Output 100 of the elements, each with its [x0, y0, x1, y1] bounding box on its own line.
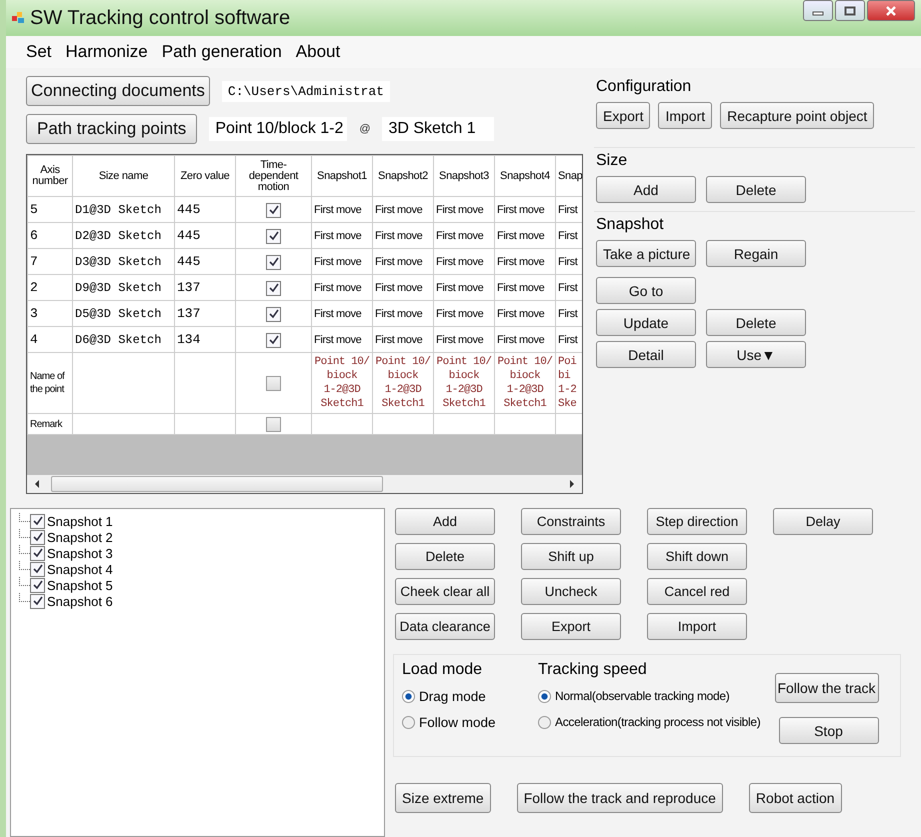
column-header: Snapshot3 [434, 156, 494, 196]
table-cell: First move [312, 326, 372, 352]
button[interactable]: Data clearance [395, 613, 495, 640]
button[interactable]: Export [521, 613, 621, 640]
table-cell: First move [312, 248, 372, 274]
table-cell: First move [494, 222, 556, 248]
table-cell: First move [434, 248, 494, 274]
menu-item[interactable]: Set [26, 42, 52, 62]
checkbox[interactable] [266, 202, 281, 218]
table-cell: First move [434, 300, 494, 326]
sketch-field[interactable]: 3D Sketch 1 [382, 117, 494, 141]
table-cell: First move [312, 274, 372, 300]
button[interactable]: Use▼ [706, 341, 806, 368]
checkbox[interactable] [266, 254, 281, 270]
button[interactable]: Detail [596, 341, 696, 368]
maximize-button[interactable] [835, 0, 865, 21]
checkbox[interactable] [30, 578, 45, 592]
button[interactable]: Recapture point object [720, 102, 874, 129]
path-tracking-points-button[interactable]: Path tracking points [26, 114, 198, 144]
button[interactable]: Delay [773, 508, 873, 535]
group-title: Configuration [596, 78, 692, 96]
point-field[interactable]: Point 10/block 1-2 [209, 117, 348, 141]
column-header: Snap [556, 156, 582, 196]
scroll-left-icon[interactable] [33, 479, 41, 489]
button[interactable]: Update [596, 309, 696, 336]
table-cell: First move [434, 196, 494, 222]
checkbox[interactable] [30, 546, 45, 560]
button[interactable]: Export [596, 102, 650, 129]
table-cell: First move [434, 274, 494, 300]
button[interactable]: Cancel red [647, 578, 747, 605]
button[interactable]: Delete [706, 309, 806, 336]
radio-button[interactable] [402, 690, 415, 702]
checkbox[interactable] [266, 306, 281, 322]
button[interactable]: Delete [706, 176, 806, 203]
button[interactable]: Follow the track and reproduce [516, 783, 723, 813]
table-cell: First move [312, 196, 372, 222]
button[interactable]: Add [395, 508, 495, 535]
checkbox[interactable] [266, 332, 281, 348]
horizontal-scrollbar[interactable] [27, 475, 582, 493]
table-cell: First move [494, 274, 556, 300]
button[interactable]: Import [647, 613, 747, 640]
table-cell: Name of the point [28, 352, 72, 414]
tree-item[interactable]: Snapshot 3 [47, 546, 113, 560]
button[interactable]: Cheek clear all [395, 578, 495, 605]
table-cell: First move [372, 222, 434, 248]
button[interactable]: Robot action [748, 783, 842, 813]
table-cell: 2 [28, 274, 72, 300]
table-cell: First move [372, 248, 434, 274]
checkbox[interactable] [266, 280, 281, 296]
checkbox[interactable] [266, 228, 281, 244]
radio-button[interactable] [402, 716, 415, 728]
radio-label: Acceleration(tracking process not visible) [555, 715, 760, 729]
button[interactable]: Delete [395, 543, 495, 570]
table-cell: D1@3D Sketch [72, 196, 174, 222]
table-cell: Point 10/ biock 1-2@3D Sketch1 [312, 352, 372, 414]
tree-item[interactable]: Snapshot 2 [47, 530, 113, 544]
radio-button[interactable] [538, 716, 551, 728]
minimize-button[interactable] [803, 0, 833, 21]
table-cell: First move [372, 274, 434, 300]
button[interactable]: Import [658, 102, 712, 129]
checkbox[interactable] [30, 562, 45, 576]
close-button[interactable] [867, 0, 915, 21]
menu-item[interactable]: About [296, 42, 340, 62]
close-icon [885, 6, 897, 16]
button[interactable]: Uncheck [521, 578, 621, 605]
checkbox[interactable] [266, 416, 281, 432]
tree-item[interactable]: Snapshot 5 [47, 578, 113, 592]
button[interactable]: Add [596, 176, 696, 203]
separator-text: @ [359, 123, 370, 135]
button[interactable]: Regain [706, 240, 806, 267]
button[interactable]: Constraints [521, 508, 621, 535]
tree-item[interactable]: Snapshot 4 [47, 562, 113, 576]
button[interactable]: Go to [596, 277, 696, 304]
menu-item[interactable]: Harmonize [66, 42, 148, 62]
table-cell: 134 [174, 326, 236, 352]
tree-item[interactable]: Snapshot 6 [47, 594, 113, 608]
connect-documents-button[interactable]: Connecting documents [26, 76, 210, 106]
column-header: Snapshot4 [494, 156, 556, 196]
radio-button[interactable] [538, 690, 551, 702]
column-header: Snapshot1 [312, 156, 372, 196]
button[interactable]: Follow the track [774, 673, 878, 703]
button[interactable]: Shift down [647, 543, 747, 570]
button[interactable]: Stop [778, 717, 878, 744]
table-cell: First move [494, 196, 556, 222]
checkbox[interactable] [30, 594, 45, 608]
column-header: Zero value [174, 156, 236, 196]
button[interactable]: Step direction [647, 508, 747, 535]
button[interactable]: Take a picture [596, 240, 696, 267]
button[interactable]: Size extreme [395, 783, 491, 813]
table-cell: 5 [28, 196, 72, 222]
path-field[interactable]: C:\Users\Administrat [222, 80, 390, 102]
button[interactable]: Shift up [521, 543, 621, 570]
checkbox[interactable] [30, 530, 45, 544]
app-icon [12, 12, 26, 24]
checkbox[interactable] [266, 376, 281, 391]
group-title: Snapshot [596, 216, 665, 234]
checkbox[interactable] [30, 514, 45, 528]
tree-item[interactable]: Snapshot 1 [47, 514, 113, 528]
menu-item[interactable]: Path generation [162, 42, 282, 62]
scroll-right-icon[interactable] [568, 479, 576, 489]
